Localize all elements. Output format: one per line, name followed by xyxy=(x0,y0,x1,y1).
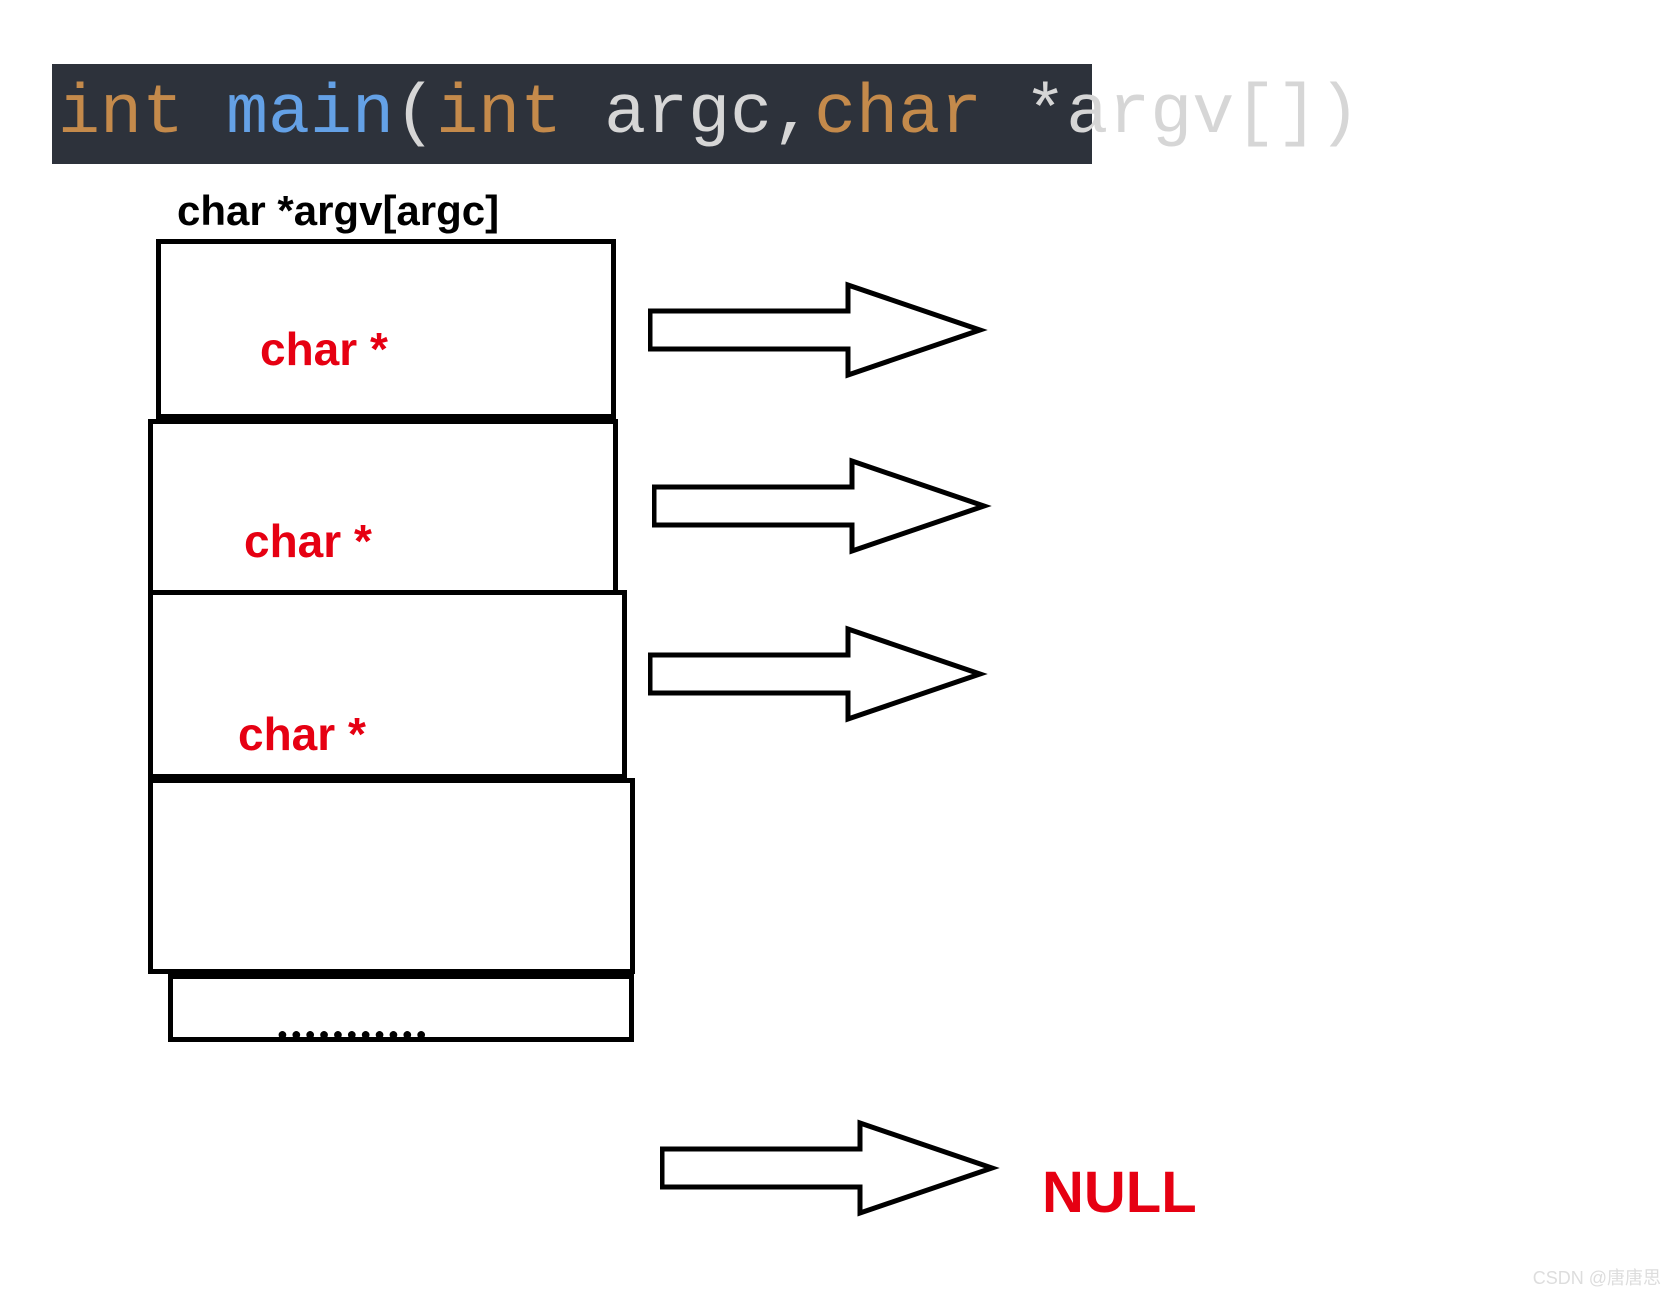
code-comma: , xyxy=(772,75,814,154)
code-ident-argc: argc xyxy=(604,75,772,154)
watermark: CSDN @唐唐思 xyxy=(1533,1264,1661,1290)
dots-icon: ●●●●●●●●●●● xyxy=(277,1024,430,1045)
arrow-icon-2 xyxy=(648,623,988,725)
code-keyword-char: char xyxy=(814,75,1024,154)
code-paren-close: ) xyxy=(1318,75,1360,154)
arrow-icon-1 xyxy=(652,455,992,557)
code-keyword-int: int xyxy=(58,75,226,154)
code-ident-argv: argv xyxy=(1066,75,1234,154)
code-star: * xyxy=(1024,75,1066,154)
array-cell-label-2: char * xyxy=(238,707,366,761)
code-keyword-main: main xyxy=(226,75,394,154)
arrow-icon-0 xyxy=(648,279,988,381)
array-cell-label-1: char * xyxy=(244,514,372,568)
null-label: NULL xyxy=(1042,1159,1197,1226)
code-brackets: [] xyxy=(1234,75,1318,154)
code-keyword-int2: int xyxy=(436,75,604,154)
arrow-icon-null xyxy=(660,1117,1000,1219)
array-cell-1 xyxy=(148,419,618,595)
array-cell-3 xyxy=(148,778,635,974)
code-banner: int main(int argc,char *argv[]) xyxy=(52,64,1092,164)
code-paren-open: ( xyxy=(394,75,436,154)
array-cell-label-0: char * xyxy=(260,322,388,376)
array-title: char *argv[argc] xyxy=(177,187,499,235)
array-cell-2 xyxy=(148,590,627,779)
